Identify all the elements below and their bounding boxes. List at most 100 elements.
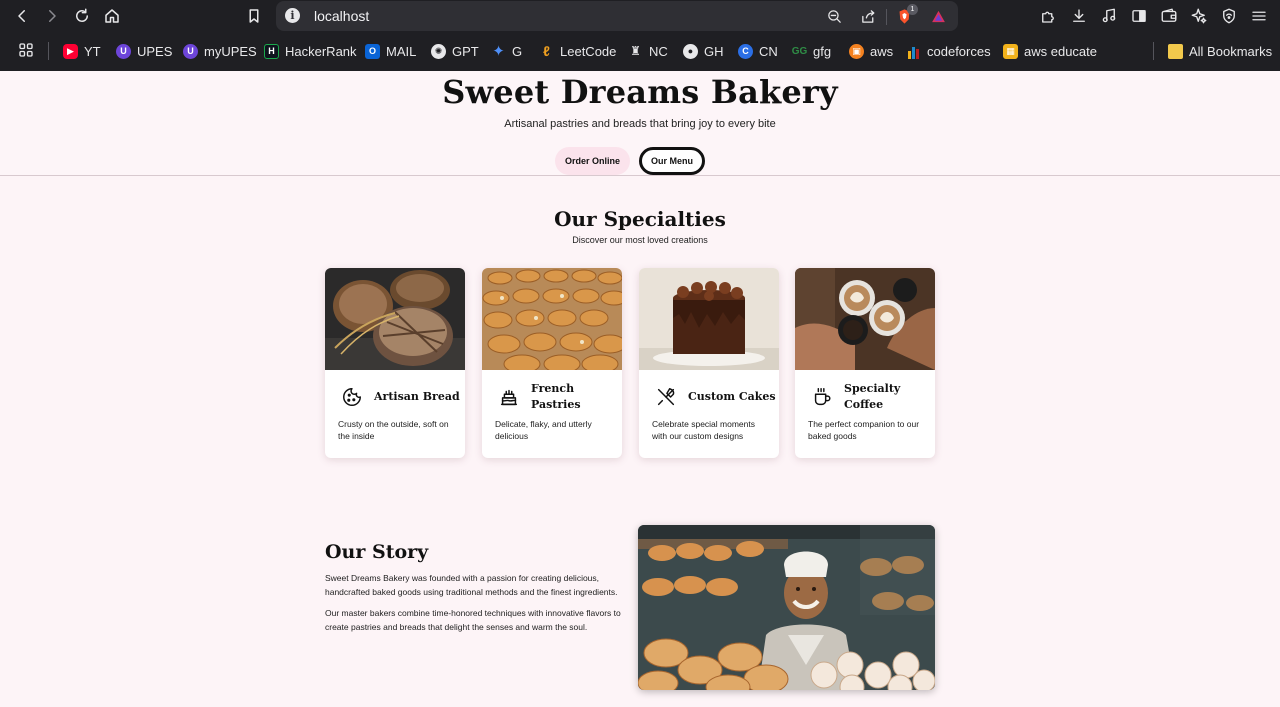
- codeforces-icon: [906, 44, 921, 59]
- media-icon[interactable]: [1098, 5, 1120, 27]
- extensions-icon[interactable]: [1037, 5, 1059, 27]
- github-icon: ●: [683, 43, 698, 59]
- navigation-bar: i localhost 1: [0, 0, 1280, 32]
- menu-icon[interactable]: [1248, 5, 1270, 27]
- notification-badge: 1: [907, 4, 918, 15]
- specialty-card-custom-cakes[interactable]: Custom Cakes Celebrate special moments w…: [639, 268, 779, 458]
- brave-rewards-icon[interactable]: [928, 6, 948, 26]
- specialty-card-french-pastries[interactable]: French Pastries Delicate, flaky, and utt…: [482, 268, 622, 458]
- bookmark-label: CN: [759, 43, 778, 59]
- bookmark-page-icon[interactable]: [242, 4, 266, 28]
- bookmark-gpt[interactable]: ✺ GPT: [431, 41, 479, 61]
- bookmark-label: All Bookmarks: [1189, 43, 1273, 59]
- bookmark-mail[interactable]: O MAIL: [365, 41, 416, 61]
- page-content: Sweet Dreams Bakery Artisanal pastries a…: [0, 71, 1280, 707]
- bookmark-yt[interactable]: ▶ YT: [63, 41, 101, 61]
- bookmark-upes[interactable]: U UPES: [116, 41, 172, 61]
- wallet-icon[interactable]: [1158, 5, 1180, 27]
- bookmark-label: YT: [84, 43, 101, 59]
- apps-grid-icon[interactable]: [15, 39, 37, 61]
- bookmark-label: HackerRank: [285, 43, 357, 59]
- bookmark-label: aws educate: [1024, 43, 1097, 59]
- leetcode-icon: ℓ: [543, 43, 550, 59]
- bookmark-hackerrank[interactable]: H HackerRank: [264, 41, 357, 61]
- gfg-icon: GG: [791, 45, 808, 57]
- our-menu-button[interactable]: Our Menu: [639, 147, 705, 175]
- bookmark-gemini[interactable]: ✦ G: [491, 41, 522, 61]
- bookmark-label: NC: [649, 43, 668, 59]
- upes-icon: U: [116, 43, 131, 59]
- bookmark-label: myUPES: [204, 43, 257, 59]
- downloads-icon[interactable]: [1068, 5, 1090, 27]
- bookmark-aws[interactable]: ▣ aws: [849, 41, 893, 61]
- hackerrank-icon: H: [264, 43, 279, 59]
- coffee-icon: [809, 384, 835, 410]
- aws-educate-icon: ▦: [1003, 43, 1018, 59]
- bookmark-nc[interactable]: ♜ NC: [628, 41, 668, 61]
- french-pastries-photo: [482, 268, 622, 370]
- card-description: Crusty on the outside, soft on the insid…: [338, 419, 449, 441]
- leo-ai-icon[interactable]: [1188, 5, 1210, 27]
- bookmark-gfg[interactable]: GG gfg: [792, 41, 831, 61]
- url-text[interactable]: localhost: [314, 8, 369, 24]
- address-bar-divider: [886, 9, 887, 25]
- sidebar-toggle-icon[interactable]: [1128, 5, 1150, 27]
- card-title: French Pastries: [531, 382, 581, 411]
- bookmark-myupes[interactable]: U myUPES: [183, 41, 257, 61]
- visit-bakery-button[interactable]: Visit Our Bakery: [325, 645, 425, 669]
- bookmarks-divider: [1153, 42, 1154, 60]
- bookmark-label: UPES: [137, 43, 173, 59]
- folder-icon: [1168, 43, 1183, 59]
- gemini-icon: ✦: [492, 43, 505, 60]
- story-title: Our Story: [325, 541, 429, 563]
- outlook-icon: O: [365, 43, 380, 59]
- cake-icon: [496, 384, 522, 410]
- reload-icon[interactable]: [70, 4, 94, 28]
- cookie-icon: [339, 384, 365, 410]
- bookmark-label: G: [512, 43, 523, 59]
- address-bar[interactable]: i localhost 1: [276, 1, 958, 31]
- vpn-shield-icon[interactable]: [1218, 5, 1240, 27]
- card-title: Specialty Coffee: [844, 382, 901, 411]
- codingninjas-icon: C: [738, 43, 753, 59]
- bookmark-label: GPT: [452, 43, 479, 59]
- bookmark-label: aws: [870, 43, 894, 59]
- order-online-button[interactable]: Order Online: [555, 147, 630, 175]
- card-description: Celebrate special moments with our custo…: [652, 419, 755, 441]
- custom-cakes-photo: [639, 268, 779, 370]
- all-bookmarks-button[interactable]: All Bookmarks: [1168, 41, 1272, 61]
- myupes-icon: U: [183, 43, 198, 59]
- bookmark-label: gfg: [813, 43, 832, 59]
- card-title: Custom Cakes: [688, 390, 776, 403]
- site-info-icon[interactable]: i: [285, 8, 300, 23]
- specialty-card-artisan-bread[interactable]: Artisan Bread Crusty on the outside, sof…: [325, 268, 465, 458]
- zoom-icon[interactable]: [824, 6, 844, 26]
- specialty-card-specialty-coffee[interactable]: Specialty Coffee The perfect companion t…: [795, 268, 935, 458]
- story-paragraph: Our master bakers combine time-honored t…: [325, 608, 621, 632]
- share-icon[interactable]: [858, 6, 878, 26]
- specialties-subtitle: Discover our most loved creations: [572, 235, 708, 245]
- artisan-bread-photo: [325, 268, 465, 370]
- bookmark-leetcode[interactable]: ℓ LeetCode: [539, 41, 616, 61]
- card-description: Delicate, flaky, and utterly delicious: [495, 419, 592, 441]
- bookmark-gh[interactable]: ● GH: [683, 41, 724, 61]
- bookmark-aws-educate[interactable]: ▦ aws educate: [1003, 41, 1097, 61]
- bookmark-codeforces[interactable]: codeforces: [906, 41, 991, 61]
- bookmark-label: GH: [704, 43, 724, 59]
- specialties-title: Our Specialties: [554, 207, 726, 231]
- hero-title: Sweet Dreams Bakery: [442, 73, 838, 111]
- home-icon[interactable]: [100, 4, 124, 28]
- bookmark-cn[interactable]: C CN: [738, 41, 778, 61]
- forward-icon[interactable]: [40, 4, 64, 28]
- specialty-coffee-photo: [795, 268, 935, 370]
- card-title: Artisan Bread: [374, 390, 460, 403]
- bookmark-label: codeforces: [927, 43, 991, 59]
- neetcode-icon: ♜: [630, 44, 641, 58]
- chatgpt-icon: ✺: [431, 43, 446, 59]
- card-description: The perfect companion to our baked goods: [808, 419, 920, 441]
- back-icon[interactable]: [10, 4, 34, 28]
- hero-section: Sweet Dreams Bakery Artisanal pastries a…: [0, 71, 1280, 176]
- baker-photo: [638, 525, 935, 690]
- story-paragraph: Sweet Dreams Bakery was founded with a p…: [325, 573, 618, 597]
- hero-subtitle: Artisanal pastries and breads that bring…: [504, 118, 776, 130]
